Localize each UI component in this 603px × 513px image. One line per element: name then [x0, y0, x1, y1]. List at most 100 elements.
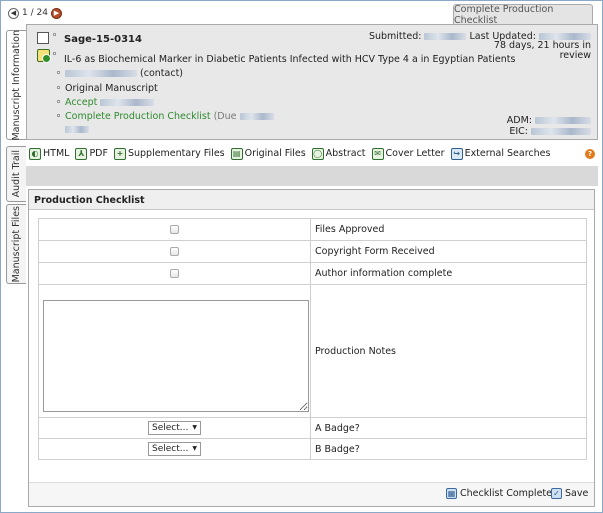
due-label: (Due — [213, 111, 237, 122]
plus-icon: + — [113, 147, 126, 160]
abstract-icon: ◯ — [311, 147, 324, 160]
tab-manuscript-files[interactable]: Manuscript Files — [6, 204, 26, 284]
manuscript-type: Original Manuscript — [65, 83, 158, 94]
contact-author[interactable]: (contact) — [65, 68, 183, 79]
table-row: Author information complete — [38, 262, 587, 285]
table-row: Production Notes — [38, 284, 587, 418]
bullet-icon — [57, 86, 60, 89]
table-row: Files Approved — [38, 218, 587, 241]
checklist-icon: ▦ — [446, 488, 457, 499]
pdf-label: PDF — [89, 148, 108, 159]
external-searches-button[interactable]: ↪ External Searches — [450, 147, 551, 160]
tab-label: Manuscript Information — [11, 29, 22, 141]
bullet-icon — [57, 100, 60, 103]
abstract-label: Abstract — [325, 148, 366, 159]
table-row: Select... ▼ B Badge? — [38, 438, 587, 460]
html-label: HTML — [43, 148, 70, 159]
b-badge-label: B Badge? — [310, 438, 587, 460]
due-date-redacted-2 — [65, 126, 89, 133]
production-notes-textarea[interactable] — [43, 300, 309, 412]
bullet-icon — [57, 114, 60, 117]
manuscript-title: IL-6 as Biochemical Marker in Diabetic P… — [64, 54, 516, 65]
adm-label: ADM: — [506, 115, 532, 126]
due-date-redacted — [239, 113, 274, 120]
external-searches-icon: ↪ — [450, 147, 463, 160]
tab-complete-production-checklist[interactable]: Complete Production Checklist — [453, 3, 593, 26]
panel-footer: ▦ Checklist Complete ✓ Save — [29, 482, 594, 506]
eic-name-redacted — [531, 128, 591, 135]
checklist-link[interactable]: Complete Production Checklist — [65, 111, 211, 122]
tab-manuscript-information[interactable]: Manuscript Information — [6, 30, 26, 140]
supplementary-files-label: Supplementary Files — [127, 148, 225, 159]
original-files-icon: ▤ — [230, 147, 243, 160]
original-files-button[interactable]: ▤ Original Files — [230, 147, 306, 160]
a-badge-select[interactable]: Select... ▼ — [148, 421, 201, 435]
checklist-status[interactable]: Complete Production Checklist (Due — [65, 111, 274, 122]
table-row: Select... ▼ A Badge? — [38, 417, 587, 439]
table-row: Copyright Form Received — [38, 240, 587, 263]
previous-arrow-icon[interactable]: ◀ — [8, 7, 19, 19]
accept-label: Accept — [65, 97, 98, 108]
pdf-icon: ⅄ — [75, 147, 88, 160]
checklist-complete-button[interactable]: ▦ Checklist Complete — [446, 488, 552, 499]
adm-row: ADM: — [507, 115, 591, 126]
production-checklist-panel: Production Checklist Files Approved Copy… — [28, 189, 595, 507]
adm-name-redacted — [535, 117, 591, 124]
panel-title: Production Checklist — [29, 190, 594, 210]
files-approved-label: Files Approved — [310, 218, 587, 241]
bullet-icon — [53, 33, 56, 36]
cover-letter-button[interactable]: ✉ Cover Letter — [371, 147, 445, 160]
tab-audit-trail[interactable]: Audit Trail — [6, 146, 26, 202]
updated-date-redacted — [539, 33, 591, 40]
pdf-button[interactable]: ⅄ PDF — [75, 147, 108, 160]
due-date-line2 — [65, 124, 89, 135]
tab-label: Manuscript Files — [11, 205, 22, 283]
eic-row: EIC: — [509, 126, 591, 137]
submitted-date-redacted — [424, 33, 467, 40]
file-toolbar: ◐ HTML ⅄ PDF + Supplementary Files ▤ Ori… — [26, 144, 598, 163]
accept-date-redacted — [100, 99, 155, 106]
manuscript-info-panel: Sage-15-0314 Submitted: Last Updated: 78… — [26, 24, 598, 140]
cover-letter-label: Cover Letter — [385, 148, 445, 159]
tab-label: Complete Production Checklist — [454, 3, 554, 26]
select-checkbox-icon[interactable] — [37, 32, 49, 44]
manuscript-id: Sage-15-0314 — [64, 34, 142, 45]
add-action-icon[interactable] — [37, 49, 51, 63]
submitted-label: Submitted: — [368, 31, 422, 42]
cover-letter-icon: ✉ — [371, 147, 384, 160]
manuscript-pager: ◀ 1 / 24 ▶ — [8, 6, 62, 20]
checklist-complete-label: Checklist Complete — [460, 488, 552, 499]
select-value: Select... — [152, 423, 189, 433]
abstract-button[interactable]: ◯ Abstract — [311, 147, 366, 160]
pager-count: 1 / 24 — [22, 8, 48, 18]
tab-label: Audit Trail — [11, 150, 22, 198]
author-info-label: Author information complete — [310, 262, 587, 285]
html-icon: ◐ — [29, 147, 41, 160]
chevron-down-icon: ▼ — [192, 445, 197, 452]
accept-status[interactable]: Accept — [65, 97, 155, 108]
a-badge-label: A Badge? — [310, 417, 587, 439]
next-arrow-icon[interactable]: ▶ — [50, 7, 62, 19]
eic-label: EIC: — [509, 126, 528, 137]
copyright-form-label: Copyright Form Received — [310, 240, 587, 263]
section-divider-band — [26, 166, 598, 186]
external-searches-label: External Searches — [464, 148, 551, 159]
html-button[interactable]: ◐ HTML — [29, 147, 70, 160]
contact-suffix: (contact) — [140, 68, 183, 79]
original-files-label: Original Files — [244, 148, 306, 159]
b-badge-select[interactable]: Select... ▼ — [148, 442, 201, 456]
author-name-redacted — [65, 70, 137, 77]
checklist-table: Files Approved Copyright Form Received A… — [38, 218, 587, 460]
help-icon[interactable]: ? — [585, 149, 595, 159]
files-approved-checkbox[interactable] — [170, 225, 179, 234]
select-value: Select... — [152, 444, 189, 454]
bullet-icon — [57, 71, 60, 74]
save-label: Save — [565, 488, 589, 499]
supplementary-files-button[interactable]: + Supplementary Files — [113, 147, 225, 160]
copyright-form-checkbox[interactable] — [170, 247, 179, 256]
checkmark-icon: ✓ — [551, 488, 562, 499]
author-info-checkbox[interactable] — [170, 269, 179, 278]
chevron-down-icon: ▼ — [192, 424, 197, 431]
save-button[interactable]: ✓ Save — [551, 488, 588, 499]
bullet-icon — [53, 52, 56, 55]
